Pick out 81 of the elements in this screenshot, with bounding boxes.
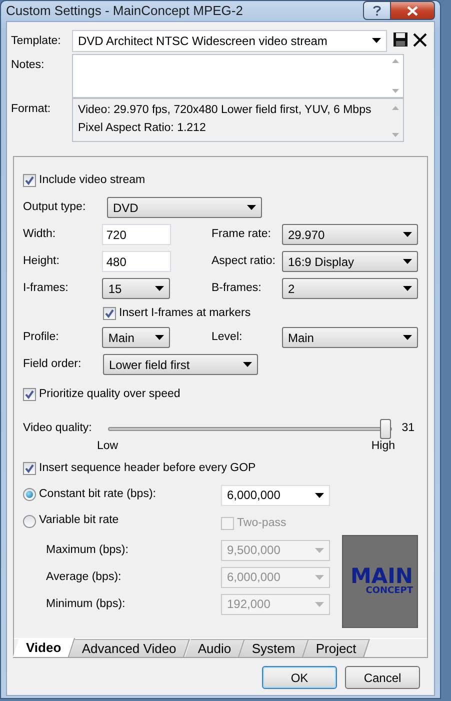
slider-thumb[interactable] — [380, 418, 391, 439]
tab[interactable]: System — [238, 639, 310, 658]
checkmark-icon — [25, 390, 34, 400]
caret-icon — [372, 38, 382, 43]
help-icon — [373, 5, 381, 16]
dropdown[interactable]: Lower field first — [103, 354, 258, 376]
tab[interactable]: Advanced Video — [69, 639, 191, 658]
dropdown[interactable]: 2 — [282, 278, 418, 300]
template-dropdown[interactable]: DVD Architect NTSC Widescreen video stream — [72, 30, 388, 52]
field-label: Maximum (bps): — [46, 542, 130, 558]
dropdown[interactable]: 16:9 Display — [282, 251, 418, 272]
checkbox[interactable] — [23, 174, 36, 188]
delete-icon[interactable] — [413, 32, 427, 46]
dropdown[interactable]: 29.970 — [282, 224, 418, 246]
caret-icon — [403, 335, 412, 340]
caret-icon — [155, 286, 164, 292]
tab[interactable]: Audio — [184, 639, 245, 658]
caret-icon — [315, 548, 324, 553]
checkbox-label: Two-pass — [237, 516, 286, 530]
checkbox[interactable] — [23, 462, 36, 475]
field-label: Output type: — [23, 200, 87, 216]
field-label: Aspect ratio: — [212, 254, 276, 270]
save-icon[interactable] — [392, 32, 408, 47]
slider-max-label: High — [371, 439, 395, 454]
field-label: I-frames: — [23, 281, 70, 296]
caret-icon — [315, 602, 324, 607]
dropdown[interactable]: DVD — [107, 197, 262, 218]
close-button[interactable] — [391, 1, 435, 20]
field-label: Notes: — [11, 58, 46, 74]
field-label: Profile: — [23, 330, 60, 346]
field-label: Video quality: — [23, 421, 93, 436]
tab[interactable]: Project — [303, 639, 371, 658]
caret-icon — [403, 286, 412, 292]
radio-label: Variable bit rate — [39, 513, 119, 528]
field-label: B-frames: — [212, 281, 262, 296]
dropdown[interactable]: Main — [282, 327, 418, 348]
caret-icon — [403, 259, 412, 264]
caret-icon — [155, 335, 164, 340]
format-text: Video: 29.970 fps, 720x480 Lower field first, YUV, 6 Mbps — [78, 103, 372, 118]
text-field[interactable]: 480 — [102, 251, 172, 272]
caret-icon — [315, 574, 324, 580]
slider-min-label: Low — [97, 439, 118, 454]
radio-button[interactable] — [23, 488, 36, 502]
caret-icon — [315, 492, 324, 498]
dialog-button[interactable]: Cancel — [345, 666, 420, 690]
field-label: Width: — [23, 227, 57, 242]
field-label: Average (bps): — [46, 570, 122, 584]
field-label: Field order: — [23, 357, 82, 372]
radio-button[interactable] — [23, 514, 36, 528]
logo-text: MAIN — [350, 566, 413, 588]
logo-text: CONCEPT — [366, 587, 413, 596]
dropdown[interactable]: Main — [102, 327, 170, 348]
field-label: Minimum (bps): — [46, 596, 126, 612]
help-button[interactable] — [363, 1, 391, 20]
window-title: Custom Settings - MainConcept MPEG-2 — [6, 2, 244, 20]
field-label: Level: — [212, 330, 244, 346]
checkbox-label: Insert I-frames at markers — [119, 306, 251, 321]
dropdown[interactable]: 15 — [102, 278, 170, 300]
checkbox-label: Prioritize quality over speed — [39, 387, 180, 402]
slider-value: 31 — [402, 421, 415, 436]
checkmark-icon — [25, 464, 34, 473]
tab[interactable]: Video — [12, 638, 76, 658]
checkbox-label: Include video stream — [39, 173, 146, 188]
field-label: Template: — [11, 34, 62, 48]
close-icon — [407, 6, 418, 16]
caret-icon — [247, 205, 256, 210]
dialog-button[interactable]: OK — [262, 666, 337, 690]
checkbox-label: Insert sequence header before every GOP — [39, 460, 256, 476]
checkbox[interactable] — [23, 388, 36, 402]
checkmark-icon — [105, 308, 114, 318]
format-text: Pixel Aspect Ratio: 1.212 — [78, 120, 207, 136]
field-label: Frame rate: — [212, 227, 272, 242]
text-field[interactable]: 720 — [102, 224, 172, 246]
caret-icon — [403, 232, 412, 238]
dropdown[interactable]: 6,000,000 — [221, 484, 330, 506]
caret-icon — [243, 362, 252, 368]
field-label: Format: — [11, 102, 52, 118]
checkbox[interactable] — [103, 306, 116, 320]
checkmark-icon — [25, 176, 34, 186]
radio-label: Constant bit rate (bps): — [39, 486, 156, 502]
field-label: Height: — [23, 254, 60, 270]
